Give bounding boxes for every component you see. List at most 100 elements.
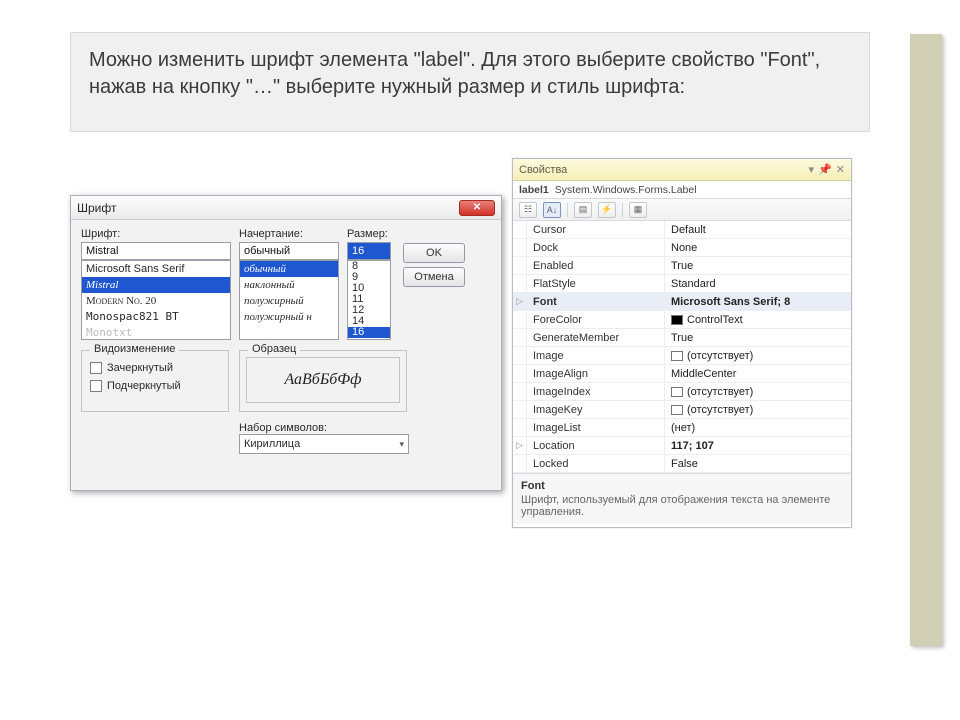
- prop-value[interactable]: 117; 107: [665, 437, 851, 454]
- list-item[interactable]: Microsoft Sans Serif: [82, 261, 230, 277]
- ok-label: OK: [426, 247, 442, 259]
- cancel-button[interactable]: Отмена: [403, 267, 465, 287]
- object-selector[interactable]: label1 System.Windows.Forms.Label: [513, 181, 851, 199]
- style-listbox[interactable]: обычный наклонный полужирный полужирный …: [239, 260, 339, 340]
- prop-value[interactable]: Default: [665, 221, 851, 238]
- property-row[interactable]: DockNone: [513, 239, 851, 257]
- size-listbox[interactable]: 8 9 10 11 12 14 16: [347, 260, 391, 340]
- properties-grid: CursorDefault DockNone EnabledTrue FlatS…: [513, 221, 851, 473]
- properties-header[interactable]: Свойства ▾ 📌 ✕: [513, 159, 851, 181]
- properties-title: Свойства: [519, 164, 567, 176]
- property-row[interactable]: ImageIndex(отсутствует): [513, 383, 851, 401]
- list-item[interactable]: обычный: [240, 261, 338, 277]
- property-row[interactable]: ImageAlignMiddleCenter: [513, 365, 851, 383]
- dropdown-icon[interactable]: ▾: [809, 163, 815, 176]
- underline-checkbox[interactable]: Подчеркнутый: [90, 377, 220, 395]
- prop-value[interactable]: Standard: [665, 275, 851, 292]
- prop-value[interactable]: (отсутствует): [665, 347, 851, 364]
- alpha-button[interactable]: A↓: [543, 202, 561, 218]
- color-swatch: [671, 315, 683, 325]
- style-input-text: обычный: [244, 245, 290, 257]
- close-button[interactable]: ✕: [459, 200, 495, 216]
- effects-group: Видоизменение Зачеркнутый Подчеркнутый: [81, 350, 229, 412]
- property-row[interactable]: GenerateMemberTrue: [513, 329, 851, 347]
- property-row[interactable]: EnabledTrue: [513, 257, 851, 275]
- style-input[interactable]: обычный: [239, 242, 339, 260]
- list-item[interactable]: 9: [348, 272, 390, 283]
- prop-value[interactable]: (нет): [665, 419, 851, 436]
- list-item[interactable]: Monotxt: [82, 325, 230, 340]
- strike-checkbox[interactable]: Зачеркнутый: [90, 359, 220, 377]
- property-row[interactable]: FlatStyleStandard: [513, 275, 851, 293]
- list-item[interactable]: 14: [348, 316, 390, 327]
- prop-value[interactable]: ControlText: [665, 311, 851, 328]
- font-input[interactable]: Mistral: [81, 242, 231, 260]
- checkbox-icon: [90, 380, 102, 392]
- side-decoration: [910, 34, 942, 646]
- list-item[interactable]: полужирный н: [240, 309, 338, 325]
- underline-label: Подчеркнутый: [107, 380, 181, 392]
- list-item[interactable]: полужирный: [240, 293, 338, 309]
- property-row[interactable]: LockedFalse: [513, 455, 851, 473]
- property-row[interactable]: ImageList(нет): [513, 419, 851, 437]
- pin-icon[interactable]: 📌: [818, 163, 832, 176]
- checkbox-icon: [90, 362, 102, 374]
- list-item[interactable]: Monospac821 BT: [82, 309, 230, 325]
- prop-value[interactable]: Microsoft Sans Serif; 8: [665, 293, 851, 310]
- property-row[interactable]: ▷Location117; 107: [513, 437, 851, 455]
- prop-value[interactable]: True: [665, 257, 851, 274]
- list-item[interactable]: 8: [348, 261, 390, 272]
- script-label: Набор символов:: [239, 422, 327, 434]
- cancel-label: Отмена: [414, 271, 453, 283]
- prop-value-text: ControlText: [687, 314, 743, 326]
- list-item[interactable]: 11: [348, 294, 390, 305]
- prop-name: Dock: [527, 239, 665, 256]
- instruction-box: Можно изменить шрифт элемента "label". Д…: [70, 32, 870, 132]
- expand-icon[interactable]: ▷: [513, 293, 527, 310]
- list-item[interactable]: наклонный: [240, 277, 338, 293]
- prop-value[interactable]: MiddleCenter: [665, 365, 851, 382]
- dialog-titlebar: Шрифт ✕: [71, 196, 501, 220]
- properties-panel: Свойства ▾ 📌 ✕ label1 System.Windows.For…: [512, 158, 852, 528]
- property-row[interactable]: ForeColorControlText: [513, 311, 851, 329]
- list-item[interactable]: 10: [348, 283, 390, 294]
- categorized-button[interactable]: ☷: [519, 202, 537, 218]
- sample-text: АаВбБбФф: [246, 357, 400, 403]
- script-dropdown[interactable]: Кириллица ▾: [239, 434, 409, 454]
- font-listbox[interactable]: Microsoft Sans Serif Mistral Modern No. …: [81, 260, 231, 340]
- close-icon[interactable]: ✕: [836, 163, 845, 176]
- props-page-button[interactable]: ▤: [574, 202, 592, 218]
- property-row[interactable]: ImageKey(отсутствует): [513, 401, 851, 419]
- list-item[interactable]: 16: [348, 327, 390, 338]
- strike-label: Зачеркнутый: [107, 362, 173, 374]
- script-value: Кириллица: [244, 438, 300, 450]
- prop-value[interactable]: (отсутствует): [665, 383, 851, 400]
- prop-name: Font: [527, 293, 665, 310]
- size-input[interactable]: 16: [347, 242, 391, 260]
- instruction-text: Можно изменить шрифт элемента "label". Д…: [89, 49, 820, 98]
- events-button[interactable]: ⚡: [598, 202, 616, 218]
- prop-value[interactable]: (отсутствует): [665, 401, 851, 418]
- prop-name: Cursor: [527, 221, 665, 238]
- property-row-font[interactable]: ▷FontMicrosoft Sans Serif; 8: [513, 293, 851, 311]
- expand-icon[interactable]: ▷: [513, 437, 527, 454]
- prop-value[interactable]: True: [665, 329, 851, 346]
- prop-name: FlatStyle: [527, 275, 665, 292]
- divider: [567, 203, 568, 217]
- sample-legend: Образец: [248, 343, 300, 355]
- prop-value[interactable]: False: [665, 455, 851, 472]
- property-row[interactable]: CursorDefault: [513, 221, 851, 239]
- list-item[interactable]: Modern No. 20: [82, 293, 230, 309]
- list-item[interactable]: 12: [348, 305, 390, 316]
- prop-name: ImageAlign: [527, 365, 665, 382]
- prop-name: GenerateMember: [527, 329, 665, 346]
- font-label: Шрифт:: [81, 228, 231, 240]
- prop-name: Image: [527, 347, 665, 364]
- prop-value[interactable]: None: [665, 239, 851, 256]
- extra-button[interactable]: ▦: [629, 202, 647, 218]
- ok-button[interactable]: OK: [403, 243, 465, 263]
- property-row[interactable]: Image(отсутствует): [513, 347, 851, 365]
- list-item[interactable]: Mistral: [82, 277, 230, 293]
- dialog-title: Шрифт: [77, 201, 116, 215]
- prop-value-text: (отсутствует): [687, 404, 753, 416]
